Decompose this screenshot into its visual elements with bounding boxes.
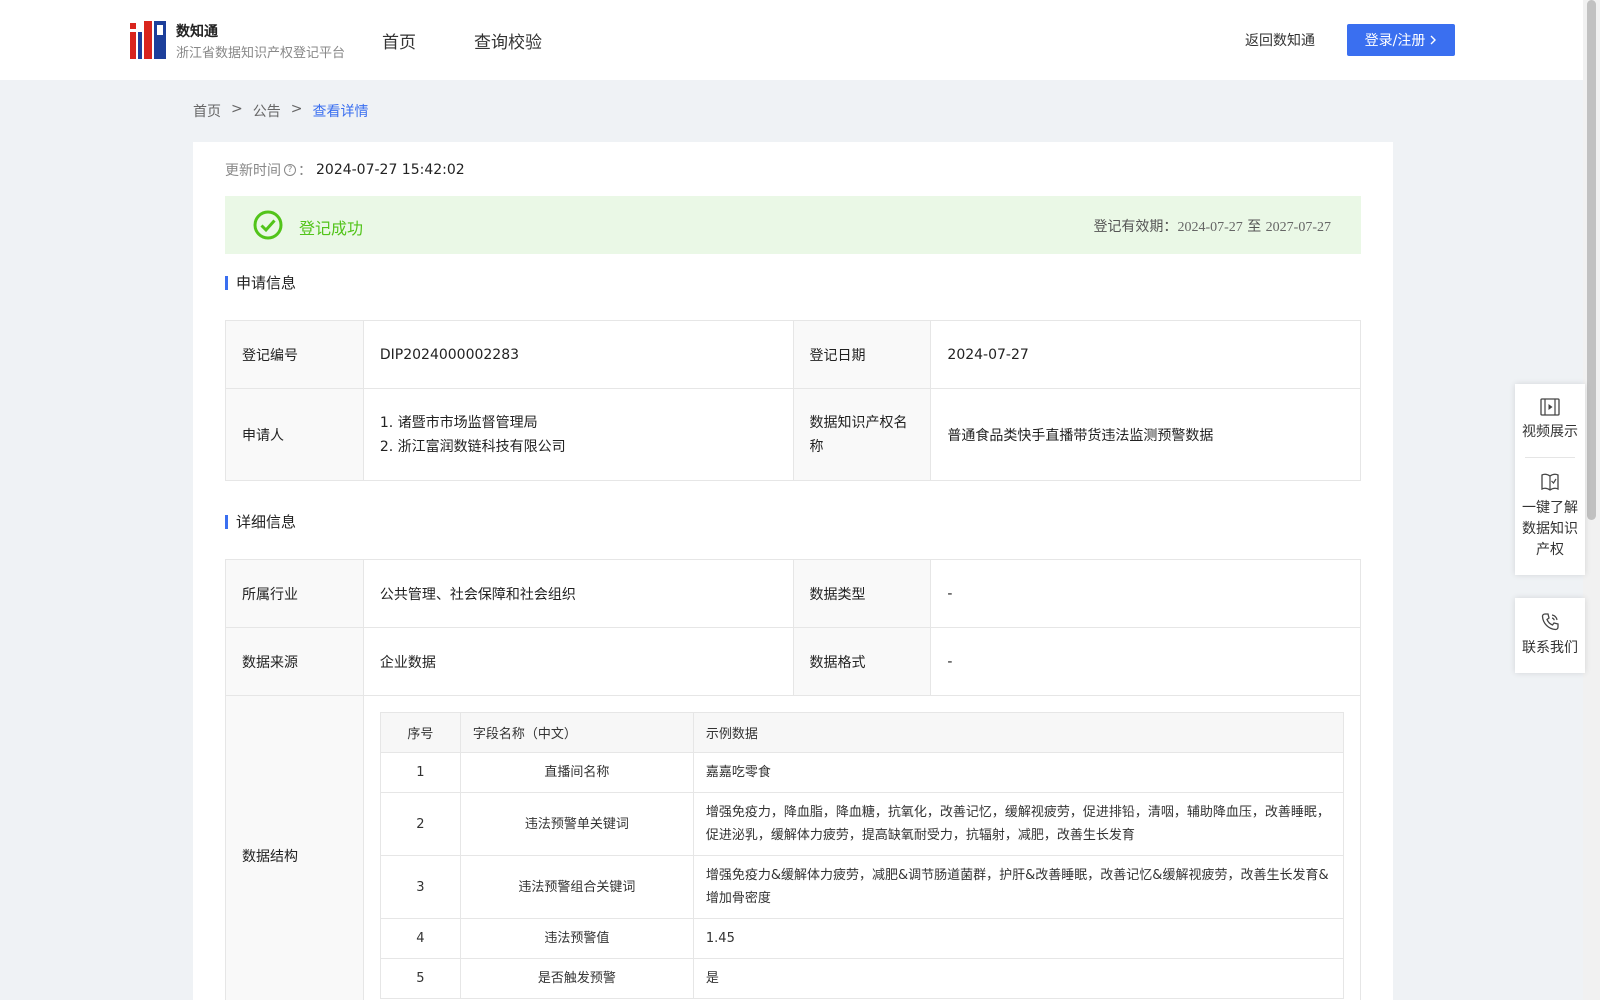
login-register-button[interactable]: 登录/注册: [1347, 24, 1455, 56]
applicant-1: 1. 诸暨市市场监督管理局: [379, 414, 538, 431]
return-link[interactable]: 返回数知通: [1245, 30, 1315, 50]
breadcrumb-notice[interactable]: 公告: [253, 101, 281, 121]
data-structure-table: 序号 字段名称（中文） 示例数据 1 直播间名称 嘉嘉吃零食 2 违法预警单关键词 增强免…: [379, 712, 1345, 999]
breadcrumb-current: 查看详情: [312, 104, 369, 120]
structure-row: 4 违法预警值 1.45: [379, 918, 1345, 959]
question-circle-icon[interactable]: ?: [284, 164, 296, 176]
row-index: 1: [379, 752, 461, 793]
table-row: 申请人 1. 诸暨市市场监督管理局 2. 浙江富润数链科技有限公司 数据知识产权…: [225, 388, 1361, 481]
brand-logo: [130, 21, 166, 59]
row-index: 3: [379, 855, 461, 919]
col-header-sample: 示例数据: [692, 712, 1345, 753]
breadcrumb-home[interactable]: 首页: [193, 101, 221, 121]
row-index: 2: [379, 792, 461, 856]
page-scrollbar[interactable]: [1583, 0, 1600, 1000]
learn-line-1: 一键了解: [1522, 500, 1578, 516]
row-sample-data: 是: [692, 958, 1345, 999]
breadcrumb-separator: >: [290, 101, 303, 117]
applicant-2: 2. 浙江富润数链科技有限公司: [379, 438, 566, 455]
video-label: 视频展示: [1522, 424, 1578, 440]
validity-end: 2027-07-27: [1265, 220, 1331, 235]
reg-date-label: 登记日期: [792, 320, 932, 389]
structure-row: 1 直播间名称 嘉嘉吃零食: [379, 752, 1345, 793]
contact-label: 联系我们: [1522, 640, 1578, 656]
data-type-value: -: [930, 559, 1361, 628]
side-panel-contact: 联系我们: [1515, 598, 1585, 673]
status-text: 登记成功: [299, 219, 364, 238]
industry-value: 公共管理、社会保障和社会组织: [362, 559, 794, 628]
row-sample-data: 增强免疫力&缓解体力疲劳，减肥&调节肠道菌群，护肝&改善睡眠，改善记忆&缓解视疲…: [692, 855, 1345, 919]
source-label: 数据来源: [225, 627, 364, 696]
breadcrumb-separator: >: [231, 101, 243, 117]
validity-period: 登记有效期：2024-07-27 至 2027-07-27: [1093, 216, 1331, 236]
reg-date-value: 2024-07-27: [930, 320, 1361, 389]
reg-no-value: DIP2024000002283: [362, 320, 794, 389]
row-field-name: 直播间名称: [459, 752, 694, 793]
application-info-table: 登记编号 DIP2024000002283 登记日期 2024-07-27 申请…: [225, 320, 1361, 481]
applicant-label: 申请人: [225, 388, 364, 481]
nav-query-verify[interactable]: 查询校验: [474, 28, 542, 53]
learn-ip-button[interactable]: 一键了解 数据知识 产权: [1515, 458, 1585, 575]
format-value: -: [930, 627, 1361, 696]
row-sample-data: 嘉嘉吃零食: [692, 752, 1345, 793]
structure-row: 5 是否触发预警是: [379, 958, 1345, 999]
learn-line-3: 产权: [1536, 542, 1564, 558]
check-circle-icon: [253, 210, 283, 240]
breadcrumb: 首页 > 公告 > 查看详情: [193, 101, 368, 121]
validity-label: 登记有效期：: [1093, 219, 1178, 235]
video-icon: [1540, 398, 1560, 416]
login-label: 登录/注册: [1364, 33, 1426, 49]
row-field-name: 违法预警组合关键词: [459, 855, 694, 919]
top-header: 数知通 浙江省数据知识产权登记平台 首页 查询校验 返回数知通 登录/注册: [0, 0, 1583, 80]
ip-name-label: 数据知识产权名称: [792, 388, 932, 481]
applicant-value: 1. 诸暨市市场监督管理局 2. 浙江富润数链科技有限公司: [362, 388, 794, 481]
table-row: 数据结构 序号 字段名称（中文） 示例数据 1 直播间名称 嘉嘉吃零食 2 违法预警单关…: [225, 695, 1362, 1000]
source-value: 企业数据: [362, 627, 794, 696]
update-time-label: 更新时间: [225, 163, 281, 179]
section-title-detail: 详细信息: [225, 511, 296, 532]
industry-label: 所属行业: [225, 559, 364, 628]
side-panel-learn: 视频展示 一键了解 数据知识 产权: [1515, 384, 1585, 575]
detail-info-table: 所属行业 公共管理、社会保障和社会组织 数据类型 - 数据来源 企业数据 数据格…: [225, 559, 1362, 1000]
section-title-application: 申请信息: [225, 272, 296, 293]
table-row: 数据来源 企业数据 数据格式 -: [225, 627, 1361, 696]
ip-name-value: 普通食品类快手直播带货违法监测预警数据: [930, 388, 1361, 481]
structure-header-row: 序号 字段名称（中文） 示例数据: [379, 712, 1345, 753]
video-showcase-button[interactable]: 视频展示: [1515, 384, 1585, 457]
structure-body: 1 直播间名称 嘉嘉吃零食 2 违法预警单关键词 增强免疫力，降血脂，降血糖，抗氧化，改善…: [379, 752, 1345, 999]
structure-label: 数据结构: [225, 695, 364, 1000]
table-row: 登记编号 DIP2024000002283 登记日期 2024-07-27: [225, 320, 1361, 389]
update-time-row: 更新时间 ? ： 2024-07-27 15:42:02: [225, 162, 465, 179]
brand-subtitle: 浙江省数据知识产权登记平台: [176, 46, 346, 61]
row-sample-data: 1.45: [692, 918, 1345, 959]
chevron-right-icon: [1430, 35, 1437, 45]
structure-cell: 序号 字段名称（中文） 示例数据 1 直播间名称 嘉嘉吃零食 2 违法预警单关键词 增强免…: [362, 695, 1362, 1000]
row-index: 4: [379, 918, 461, 959]
book-icon: [1541, 473, 1559, 491]
format-label: 数据格式: [792, 627, 932, 696]
phone-icon: [1541, 613, 1559, 631]
row-sample-data: 增强免疫力，降血脂，降血糖，抗氧化，改善记忆，缓解视疲劳，促进排铅，清咽，辅助降…: [692, 792, 1345, 856]
validity-start: 2024-07-27: [1177, 220, 1243, 235]
row-field-name: 违法预警值: [459, 918, 694, 959]
col-header-field: 字段名称（中文）: [459, 712, 694, 753]
nav-home[interactable]: 首页: [382, 28, 416, 53]
row-index: 5: [379, 958, 461, 999]
row-field-name: 违法预警单关键词: [459, 792, 694, 856]
col-header-index: 序号: [379, 712, 461, 753]
structure-row: 3 违法预警组合关键词 增强免疫力&缓解体力疲劳，减肥&调节肠道菌群，护肝&改善睡眠…: [379, 855, 1345, 919]
update-time-value: 2024-07-27 15:42:02: [316, 162, 465, 178]
row-field-name: 是否触发预警: [459, 958, 694, 999]
table-row: 所属行业 公共管理、社会保障和社会组织 数据类型 -: [225, 559, 1361, 628]
validity-to: 至: [1247, 219, 1262, 235]
reg-no-label: 登记编号: [225, 320, 364, 389]
data-type-label: 数据类型: [792, 559, 932, 628]
registration-status-banner: 登记成功 登记有效期：2024-07-27 至 2027-07-27: [225, 196, 1361, 254]
learn-line-2: 数据知识: [1522, 521, 1578, 537]
brand-name: 数知通: [176, 24, 218, 40]
contact-us-button[interactable]: 联系我们: [1515, 598, 1585, 673]
structure-row: 2 违法预警单关键词 增强免疫力，降血脂，降血糖，抗氧化，改善记忆，缓解视疲劳，促进…: [379, 792, 1345, 856]
scrollbar-thumb[interactable]: [1587, 0, 1596, 520]
detail-card: 更新时间 ? ： 2024-07-27 15:42:02 登记成功 登记有效期：…: [193, 142, 1393, 1000]
